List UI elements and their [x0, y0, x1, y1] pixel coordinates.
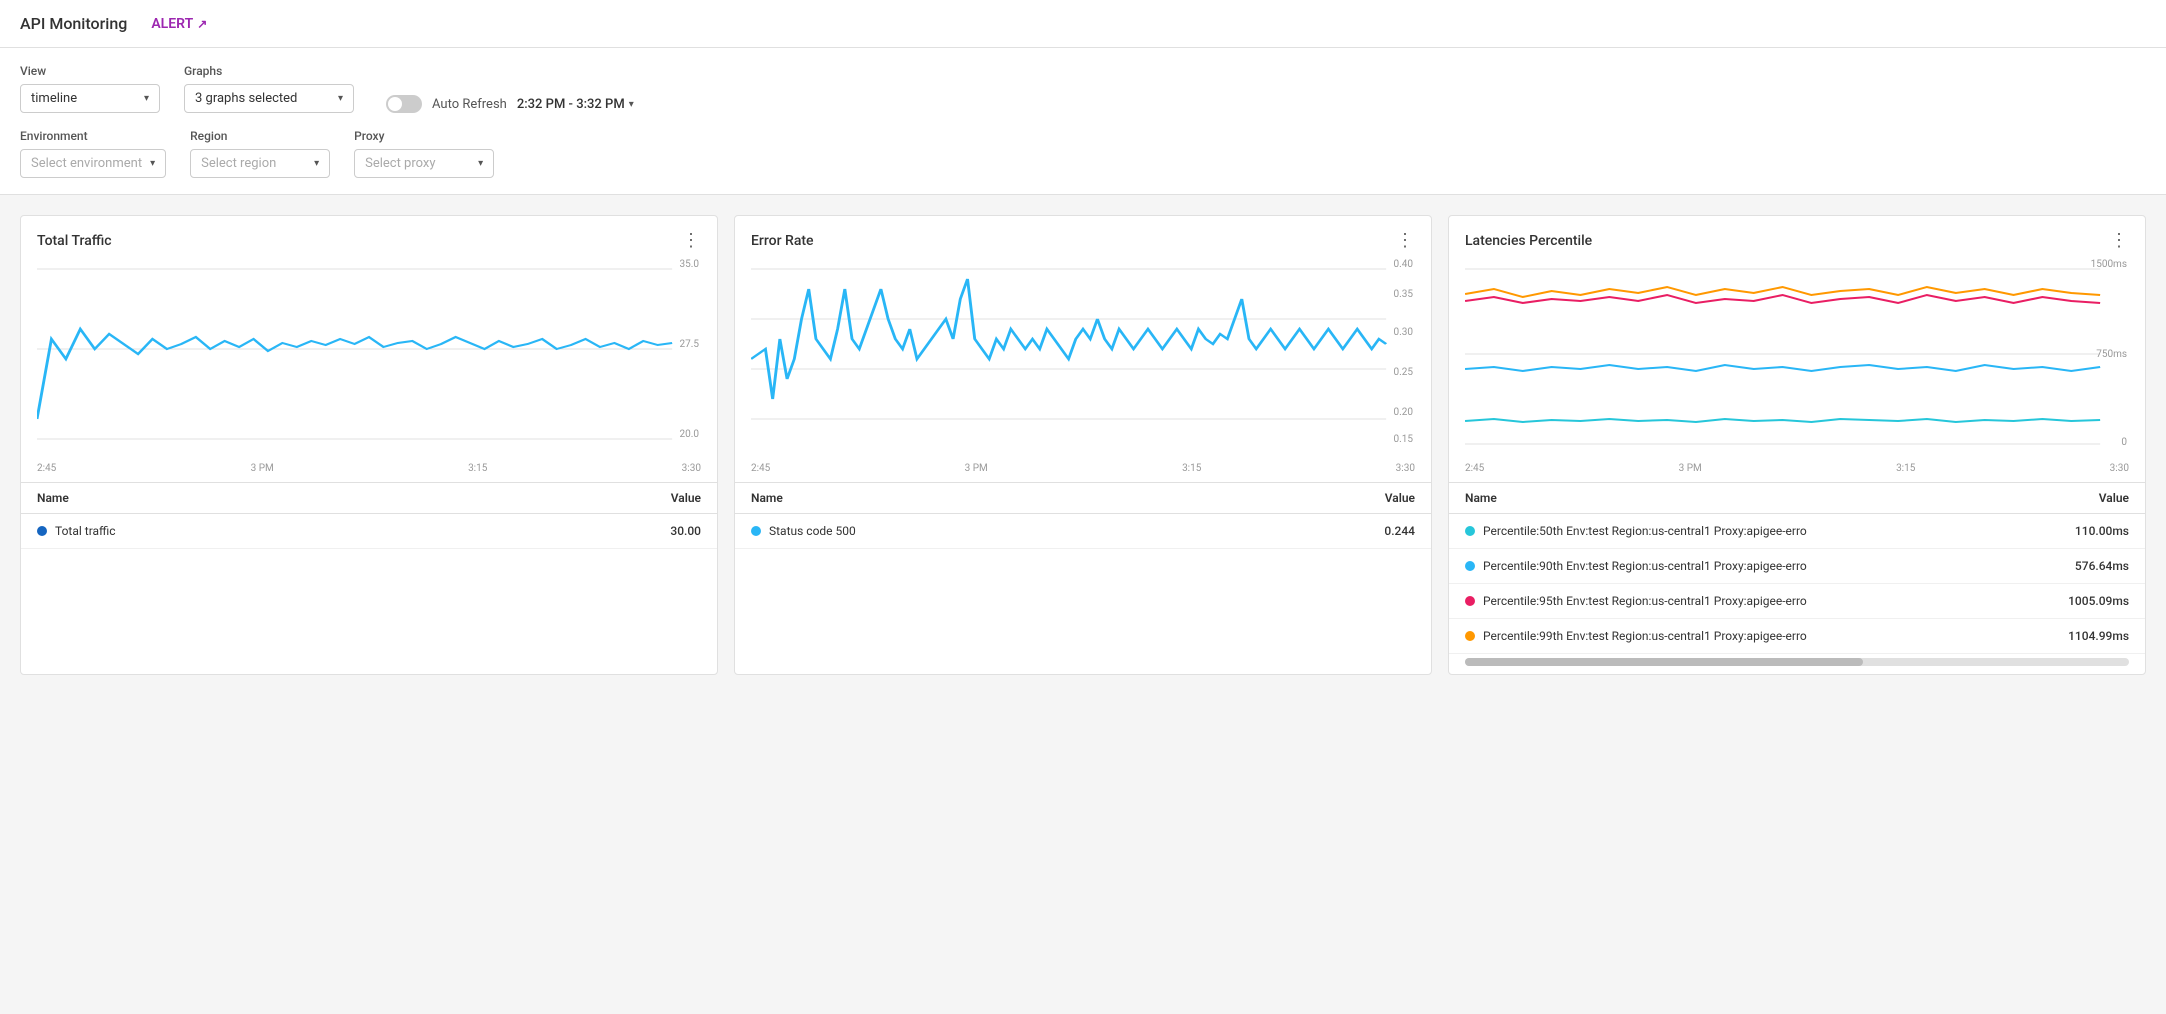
error-rate-y6: 0.15: [1394, 434, 1414, 445]
legend-row: Status code 500 0.244: [735, 514, 1431, 549]
error-rate-y4: 0.25: [1394, 367, 1414, 378]
latencies-svg: [1465, 259, 2129, 459]
main-content: Total Traffic ⋮ 35.0 27.5 20.0 2:45 3 PM…: [0, 195, 2166, 695]
latency-99-dot: [1465, 631, 1475, 641]
environment-chevron-icon: ▾: [150, 158, 155, 169]
auto-refresh-label: Auto Refresh: [432, 97, 507, 112]
latencies-card: Latencies Percentile ⋮ 1500ms 750ms 0: [1448, 215, 2146, 675]
region-control-group: Region Select region ▾: [190, 129, 330, 178]
auto-refresh-toggle[interactable]: [386, 95, 422, 113]
latency-50-dot: [1465, 526, 1475, 536]
latencies-title: Latencies Percentile: [1465, 233, 1592, 249]
total-traffic-y-bot: 20.0: [680, 429, 700, 440]
latency-y3: 0: [2121, 437, 2127, 448]
latencies-more-icon[interactable]: ⋮: [2110, 230, 2129, 251]
view-label: View: [20, 64, 160, 78]
error-rate-card: Error Rate ⋮ 0.40 0.35 0.30 0.25 0.20 0.…: [734, 215, 1432, 675]
total-traffic-more-icon[interactable]: ⋮: [682, 230, 701, 251]
latency-95-dot: [1465, 596, 1475, 606]
view-control-group: View timeline ▾: [20, 64, 160, 113]
total-traffic-x-labels: 2:45 3 PM 3:15 3:30: [21, 459, 717, 482]
error-rate-title: Error Rate: [751, 233, 814, 249]
controls-bar: View timeline ▾ Graphs 3 graphs selected…: [0, 48, 2166, 195]
error-rate-y3: 0.30: [1394, 327, 1414, 338]
graphs-chevron-icon: ▾: [338, 93, 343, 104]
latencies-chart-area: 1500ms 750ms 0: [1449, 259, 2145, 459]
error-rate-y5: 0.20: [1394, 407, 1414, 418]
auto-refresh-group: Auto Refresh 2:32 PM - 3:32 PM ▾: [386, 95, 634, 113]
graphs-control-group: Graphs 3 graphs selected ▾: [184, 64, 354, 113]
legend-row: Percentile:99th Env:test Region:us-centr…: [1449, 619, 2145, 654]
total-traffic-legend: Name Value Total traffic 30.00: [21, 482, 717, 549]
latency-90-dot: [1465, 561, 1475, 571]
graphs-dropdown[interactable]: 3 graphs selected ▾: [184, 84, 354, 113]
error-rate-y1: 0.40: [1394, 259, 1414, 270]
region-label: Region: [190, 129, 330, 143]
legend-row: Percentile:90th Env:test Region:us-centr…: [1449, 549, 2145, 584]
latencies-scrollbar[interactable]: [1465, 658, 2129, 666]
proxy-chevron-icon: ▾: [478, 158, 483, 169]
proxy-label: Proxy: [354, 129, 494, 143]
time-range-selector[interactable]: 2:32 PM - 3:32 PM ▾: [517, 97, 634, 112]
region-dropdown[interactable]: Select region ▾: [190, 149, 330, 178]
latencies-scrollbar-thumb[interactable]: [1465, 658, 1863, 666]
latency-y2: 750ms: [2096, 349, 2127, 360]
view-chevron-icon: ▾: [144, 93, 149, 104]
total-traffic-chart-area: 35.0 27.5 20.0: [21, 259, 717, 459]
latencies-x-labels: 2:45 3 PM 3:15 3:30: [1449, 459, 2145, 482]
top-bar: API Monitoring ALERT: [0, 0, 2166, 48]
time-range-chevron-icon: ▾: [629, 99, 634, 110]
legend-row: Percentile:50th Env:test Region:us-centr…: [1449, 514, 2145, 549]
total-traffic-title: Total Traffic: [37, 233, 112, 249]
alert-link[interactable]: ALERT: [151, 16, 207, 32]
total-traffic-card: Total Traffic ⋮ 35.0 27.5 20.0 2:45 3 PM…: [20, 215, 718, 675]
legend-row: Percentile:95th Env:test Region:us-centr…: [1449, 584, 2145, 619]
error-rate-more-icon[interactable]: ⋮: [1396, 230, 1415, 251]
view-dropdown[interactable]: timeline ▾: [20, 84, 160, 113]
total-traffic-y-top: 35.0: [680, 259, 700, 270]
environment-dropdown[interactable]: Select environment ▾: [20, 149, 166, 178]
error-rate-y2: 0.35: [1394, 289, 1414, 300]
environment-label: Environment: [20, 129, 166, 143]
total-traffic-y-mid: 27.5: [680, 339, 700, 350]
total-traffic-svg: [37, 259, 701, 459]
total-traffic-dot: [37, 526, 47, 536]
error-rate-dot: [751, 526, 761, 536]
latency-y1: 1500ms: [2091, 259, 2127, 270]
error-rate-chart-area: 0.40 0.35 0.30 0.25 0.20 0.15: [735, 259, 1431, 459]
app-title: API Monitoring: [20, 14, 127, 33]
environment-control-group: Environment Select environment ▾: [20, 129, 166, 178]
proxy-control-group: Proxy Select proxy ▾: [354, 129, 494, 178]
region-chevron-icon: ▾: [314, 158, 319, 169]
legend-row: Total traffic 30.00: [21, 514, 717, 549]
latencies-legend: Name Value Percentile:50th Env:test Regi…: [1449, 482, 2145, 654]
error-rate-svg: [751, 259, 1415, 459]
proxy-dropdown[interactable]: Select proxy ▾: [354, 149, 494, 178]
graphs-label: Graphs: [184, 64, 354, 78]
error-rate-x-labels: 2:45 3 PM 3:15 3:30: [735, 459, 1431, 482]
error-rate-legend: Name Value Status code 500 0.244: [735, 482, 1431, 549]
